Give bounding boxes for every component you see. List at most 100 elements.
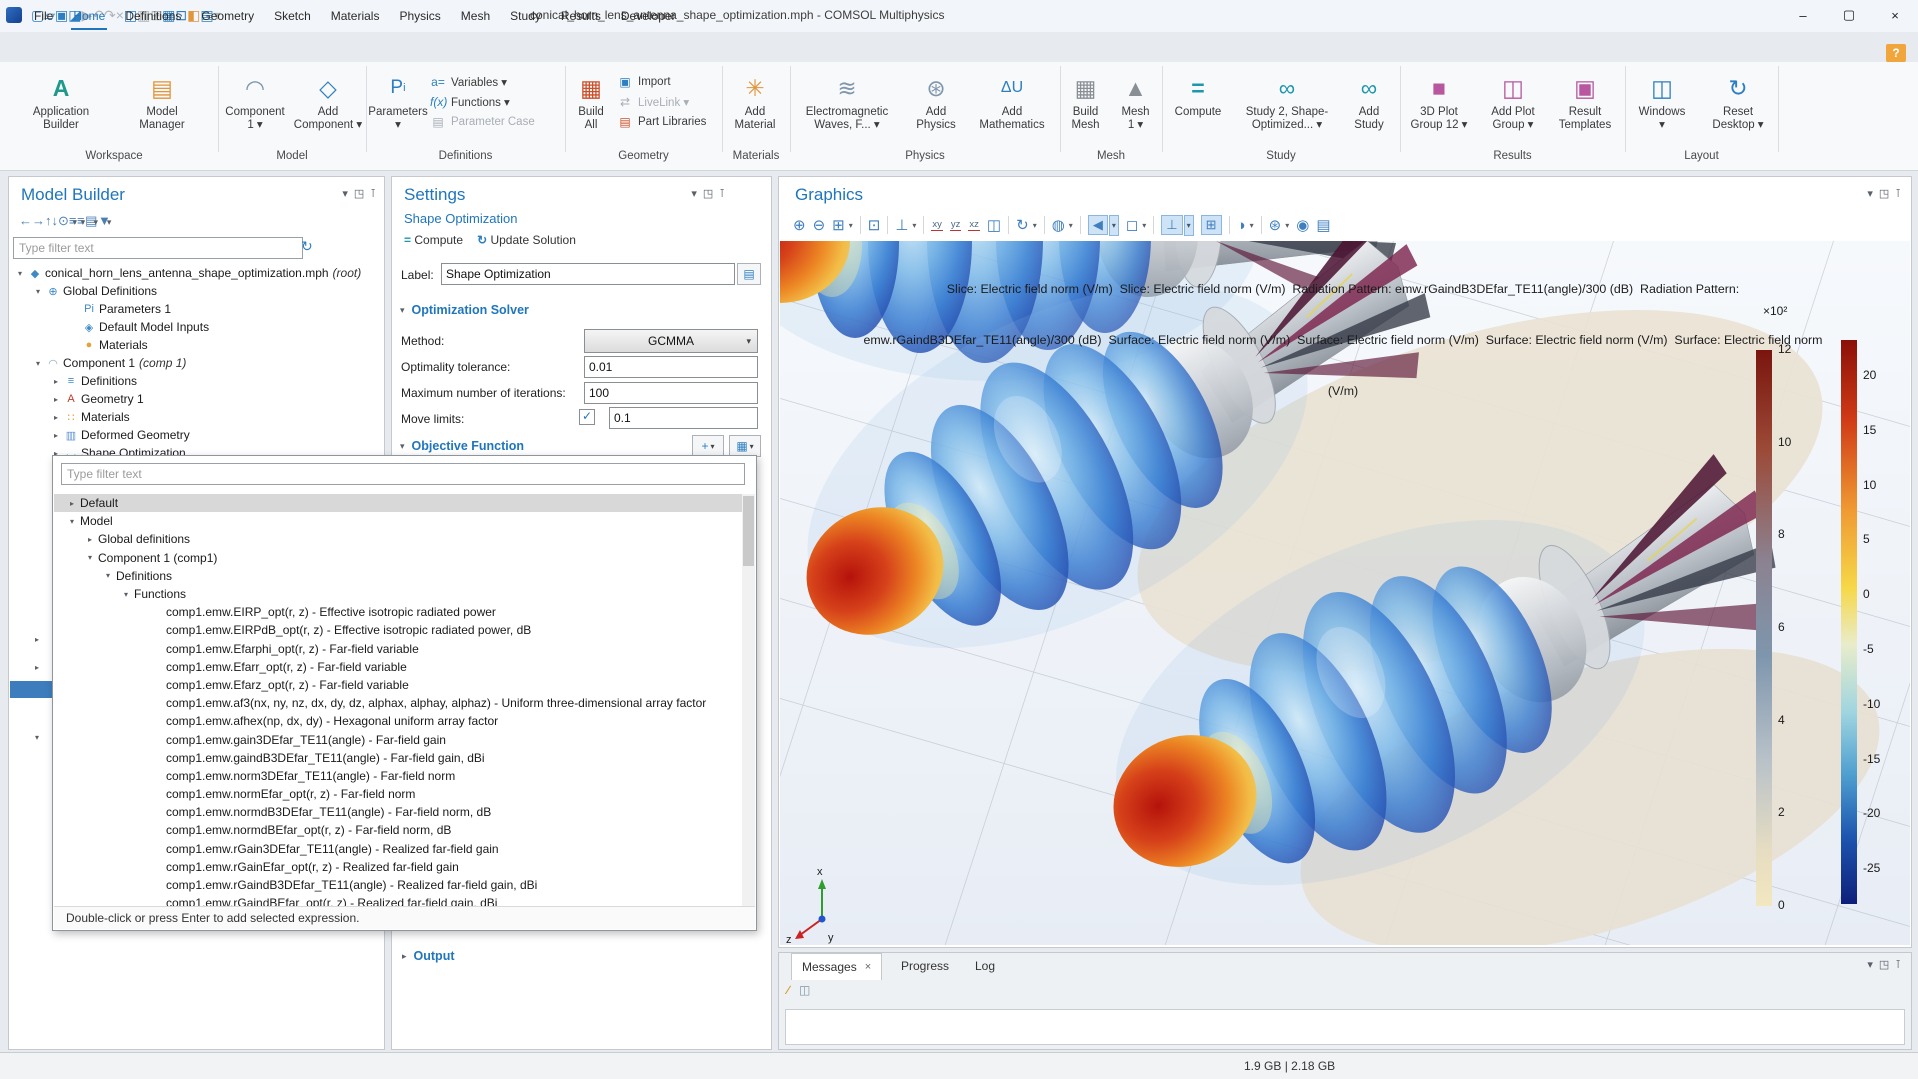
maximize-button[interactable]: ▢ — [1826, 0, 1872, 30]
view-yz-icon[interactable]: yz — [950, 219, 962, 231]
caret-icon[interactable]: ▾ — [1184, 215, 1194, 236]
expression-item[interactable]: comp1.emw.af3(nx, ny, nz, dx, dy, dz, al… — [54, 694, 755, 712]
max-iterations-input[interactable] — [584, 382, 758, 404]
menu-item[interactable]: Mesh — [451, 0, 500, 32]
menu-item[interactable]: Geometry — [191, 0, 264, 32]
snapshot-icon[interactable]: ◉ — [1296, 216, 1309, 234]
study-2-button[interactable]: ∞ Study 2, Shape- Optimized... ▾ — [1234, 68, 1340, 132]
menu-item[interactable]: Definitions — [115, 0, 191, 32]
tree-expander-icon[interactable]: ▾ — [118, 590, 134, 599]
tree-expander-icon[interactable]: ▸ — [35, 635, 39, 644]
expression-table-button[interactable]: ▦▾ — [729, 435, 761, 457]
windows-button[interactable]: ◫ Windows ▾ — [1625, 68, 1699, 132]
show-icon[interactable]: ⊙ — [58, 213, 69, 228]
part-libraries-button[interactable]: ▤Part Libraries — [617, 112, 719, 132]
expression-item[interactable]: comp1.emw.rGaindBEfar_opt(r, z) - Realiz… — [54, 894, 755, 906]
rotate-view-icon[interactable]: ↻ — [1016, 216, 1029, 234]
add-mathematics-button[interactable]: ΔU Add Mathematics — [968, 68, 1056, 132]
expression-item[interactable]: comp1.emw.Efarz_opt(r, z) - Far-field va… — [54, 676, 755, 694]
compute-action[interactable]: = Compute — [404, 233, 463, 247]
caret-icon[interactable]: ▾ — [1250, 221, 1254, 230]
mesh-1-button[interactable]: ▲ Mesh 1 ▾ — [1111, 68, 1160, 132]
expression-item[interactable]: comp1.emw.Efarphi_opt(r, z) - Far-field … — [54, 640, 755, 658]
menu-item[interactable]: Results — [551, 0, 611, 32]
expression-item[interactable]: comp1.emw.EIRP_opt(r, z) - Effective iso… — [54, 603, 755, 621]
model-builder-filter-input[interactable] — [13, 237, 303, 259]
zoom-in-icon[interactable]: ⊕ — [793, 216, 806, 234]
panel-controls[interactable]: ▾◳⊺ — [691, 187, 731, 200]
tree-node[interactable]: ▸ ≡ Definitions — [9, 372, 382, 390]
tree-node[interactable]: ▾ ◆ conical_horn_lens_antenna_shape_opti… — [9, 264, 382, 282]
menu-item[interactable]: Home — [63, 0, 115, 32]
add-expression-button[interactable]: +▾ — [692, 435, 724, 457]
expression-item[interactable]: comp1.emw.rGain3DEfar_TE11(angle) - Real… — [54, 840, 755, 858]
menu-item[interactable]: Physics — [389, 0, 450, 32]
caret-icon[interactable]: ▾ — [107, 217, 112, 227]
tree-expander-icon[interactable]: ▸ — [49, 431, 63, 440]
livelink-button[interactable]: ⇄LiveLink ▾ — [617, 92, 719, 112]
tree-node[interactable]: ◈ Default Model Inputs — [9, 318, 382, 336]
caret-icon[interactable]: ▾ — [1033, 221, 1037, 230]
separator[interactable] — [1261, 216, 1262, 234]
tree-node[interactable]: ● Materials — [9, 336, 382, 354]
expression-item[interactable]: ▾ Definitions — [54, 567, 755, 585]
selection-mode-icon[interactable]: ◀ — [1088, 215, 1108, 235]
tree-node[interactable]: ▾ ⊕ Global Definitions — [9, 282, 382, 300]
forward-icon[interactable]: → — [32, 213, 45, 228]
axis-orientation-icon[interactable]: ⊥ — [1161, 215, 1182, 235]
tree-expander-icon[interactable]: ▾ — [13, 269, 27, 278]
tree-expander-icon[interactable]: ▾ — [31, 287, 45, 296]
separator[interactable] — [1153, 216, 1154, 234]
clear-messages-icon[interactable]: ∕ — [787, 983, 789, 997]
print-icon[interactable]: ▤ — [1316, 216, 1330, 234]
tree-expander-icon[interactable]: ▾ — [100, 571, 116, 580]
tree-expander-icon[interactable]: ▾ — [64, 517, 80, 526]
back-icon[interactable]: ← — [19, 213, 32, 228]
copy-messages-icon[interactable]: ◫ — [799, 983, 810, 997]
view-xy-icon[interactable]: xy — [931, 219, 943, 231]
tree-expander-icon[interactable]: ▾ — [31, 359, 45, 368]
caret-icon[interactable]: ▾ — [1069, 221, 1073, 230]
tree-expander-icon[interactable]: ▾ — [82, 553, 98, 562]
tree-expander-icon[interactable]: ▾ — [35, 733, 39, 742]
expression-item[interactable]: ▸ Default — [54, 494, 755, 512]
caret-icon[interactable]: ▾ — [1285, 221, 1289, 230]
expression-item[interactable]: ▸ Global definitions — [54, 530, 755, 548]
parameter-case-button[interactable]: ▤Parameter Case — [430, 112, 560, 132]
grid-icon[interactable]: ⊞ — [1201, 215, 1222, 235]
zoom-box-icon[interactable]: ⊞ — [832, 216, 845, 234]
model-manager-button[interactable]: ▤ Model Manager — [112, 68, 212, 132]
tree-expander-icon[interactable]: ▸ — [64, 499, 80, 508]
expression-item[interactable]: comp1.emw.normEfar_opt(r, z) - Far-field… — [54, 785, 755, 803]
add-component-button[interactable]: ◇ Add Component ▾ — [292, 68, 364, 132]
tree-node[interactable]: Pi Parameters 1 — [9, 300, 382, 318]
expression-item[interactable]: comp1.emw.gain3DEfar_TE11(angle) - Far-f… — [54, 730, 755, 748]
reset-desktop-button[interactable]: ↻ Reset Desktop ▾ — [1699, 68, 1777, 132]
separator[interactable] — [923, 216, 924, 234]
functions-button[interactable]: f(x)Functions ▾ — [430, 92, 560, 112]
expression-item[interactable]: ▾ Model — [54, 512, 755, 530]
tree-node[interactable]: ▾ ◠ Component 1 (comp 1) — [9, 354, 382, 372]
update-solution-action[interactable]: ↻ Update Solution — [477, 233, 576, 247]
variables-button[interactable]: a=Variables ▾ — [430, 72, 560, 92]
close-tab-icon[interactable]: × — [865, 961, 871, 973]
tree-node[interactable]: ▸ ∷ Materials — [9, 408, 382, 426]
minimize-button[interactable]: – — [1780, 0, 1826, 30]
move-limits-checkbox[interactable]: ✓ — [579, 409, 595, 425]
panel-controls[interactable]: ▾◳⊺ — [342, 187, 382, 200]
section-optimization-solver[interactable]: ▾ Optimization Solver — [400, 303, 529, 317]
caret-icon[interactable]: ▾ — [849, 221, 853, 230]
expression-item[interactable]: comp1.emw.Efarr_opt(r, z) - Far-field va… — [54, 658, 755, 676]
component-1-button[interactable]: ◠ Component 1 ▾ — [218, 68, 292, 132]
environment-icon[interactable]: ⊛ — [1269, 216, 1282, 234]
view-xz-icon[interactable]: xz — [968, 219, 980, 231]
help-button[interactable]: ? — [1886, 44, 1906, 62]
tree-expander-icon[interactable]: ▸ — [49, 395, 63, 404]
expression-item[interactable]: ▾ Component 1 (comp1) — [54, 549, 755, 567]
menu-item[interactable]: Developer — [611, 0, 686, 32]
expression-item[interactable]: comp1.emw.normdB3DEfar_TE11(angle) - Far… — [54, 803, 755, 821]
label-edit-button[interactable]: ▤ — [737, 263, 761, 285]
label-input[interactable] — [441, 263, 735, 285]
menu-item[interactable]: Materials — [321, 0, 390, 32]
menu-item[interactable]: File — [24, 0, 63, 32]
